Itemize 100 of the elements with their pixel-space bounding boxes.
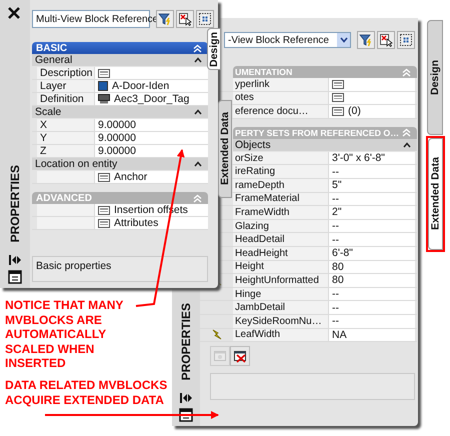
worksheet-icon [98, 68, 110, 78]
caret-down-icon [340, 37, 348, 43]
property-name: Description [40, 67, 93, 79]
property-value-cell[interactable]: -- [328, 233, 415, 246]
close-icon[interactable] [7, 6, 21, 20]
property-value-cell[interactable]: 9.00000 [94, 132, 208, 144]
property-value-cell[interactable]: 6'-8" [328, 246, 415, 260]
property-value: 5" [332, 179, 342, 192]
annotation-text: DATA RELATED MVBLOCKS ACQUIRE EXTENDED DATA [5, 378, 168, 407]
palette-tab[interactable]: Design [427, 20, 443, 135]
annotation-text: NOTICE THAT MANY MVBLOCKS ARE AUTOMATICALLY SCALED WHEN INSERTED [5, 298, 124, 370]
category-label: General [35, 54, 72, 66]
pickadd-button[interactable] [196, 10, 214, 28]
property-value-cell[interactable]: -- [328, 301, 415, 314]
property-value: 9.00000 [98, 145, 136, 157]
palette-tab[interactable]: Design [207, 28, 221, 70]
property-value-cell[interactable]: 80 [328, 274, 415, 287]
property-value-cell[interactable]: A-Door-Iden [94, 80, 208, 92]
category-label: Objects [235, 138, 271, 151]
worksheet-icon [332, 80, 344, 89]
category-label: Scale [35, 106, 62, 118]
property-value-cell[interactable]: NA [328, 328, 415, 342]
category-row[interactable]: Location on entity [32, 158, 208, 171]
category-row[interactable]: Scale [32, 106, 208, 119]
delete-icon [233, 349, 247, 364]
remove-property-set-button[interactable] [230, 346, 250, 366]
property-value-cell[interactable]: Anchor [94, 171, 208, 183]
property-name: Z [40, 145, 46, 157]
worksheet-icon [332, 106, 344, 116]
property-value-cell[interactable]: 9.00000 [94, 145, 208, 157]
quick-select-button[interactable] [357, 31, 375, 49]
category-row[interactable]: General [32, 54, 208, 67]
property-value-cell[interactable] [328, 78, 415, 91]
worksheet-icon [98, 218, 110, 228]
property-name: JambDetail [235, 302, 286, 314]
property-name: HeadDetail [235, 234, 284, 246]
property-value: Anchor [114, 171, 148, 183]
selection-box-icon [399, 33, 413, 47]
property-value-cell[interactable]: -- [328, 220, 415, 232]
caret-up-icon[interactable] [194, 57, 202, 63]
section-title: ADVANCED [36, 192, 92, 204]
property-value-cell[interactable]: Attributes [94, 217, 208, 229]
palette-tab[interactable]: Extended Data [218, 100, 232, 198]
property-value: Aec3_Door_Tag [114, 93, 190, 105]
filter-icon [359, 33, 373, 47]
section-header[interactable]: BASIC [32, 42, 208, 54]
palette-tab[interactable]: Extended Data [428, 138, 443, 250]
property-value: -- [332, 234, 339, 246]
dropdown-value: -View Block Reference [228, 34, 330, 46]
property-value-cell[interactable] [94, 67, 208, 79]
dropdown-button[interactable] [337, 33, 350, 47]
property-value-cell[interactable]: 5" [328, 178, 415, 192]
property-value: -- [332, 302, 339, 314]
property-name: Hinge [235, 288, 262, 300]
property-value-cell[interactable]: Aec3_Door_Tag [94, 93, 208, 105]
pickadd-button[interactable] [397, 31, 415, 49]
property-value: 2" [332, 206, 342, 218]
property-value-cell[interactable]: 80 [328, 260, 415, 274]
property-value-cell[interactable]: 3'-0" x 6'-8" [328, 152, 415, 164]
select-objects-button[interactable] [176, 10, 194, 28]
category-row[interactable]: Objects [233, 138, 417, 152]
category-label: Location on entity [35, 158, 118, 170]
description-text: Basic properties [36, 260, 112, 272]
property-value: 80 [332, 274, 344, 286]
select-objects-button[interactable] [377, 31, 395, 49]
caret-up-icon[interactable] [194, 161, 202, 167]
quick-select-button[interactable] [156, 10, 174, 28]
property-value-cell[interactable]: -- [328, 192, 415, 206]
property-value-cell[interactable]: -- [328, 288, 415, 300]
auto-hide-icon[interactable] [179, 392, 193, 404]
property-value-cell[interactable] [328, 92, 415, 104]
property-value-cell[interactable]: (0) [328, 105, 415, 118]
auto-hide-icon[interactable] [8, 254, 22, 266]
worksheet-icon [332, 93, 344, 102]
property-value: -- [332, 288, 339, 300]
property-name: Glazing [235, 220, 269, 232]
dropdown-value: Multi-View Block Reference [36, 14, 158, 24]
caret-up-icon[interactable] [194, 109, 202, 115]
section-title: PERTY SETS FROM REFERENCED O… [235, 128, 400, 138]
property-name: HeightUnformatted [235, 274, 319, 286]
property-name: HeadHeight [235, 248, 288, 259]
object-type-dropdown[interactable]: -View Block Reference [224, 32, 351, 48]
collapse-icon[interactable] [193, 44, 202, 52]
property-value: 6'-8" [332, 247, 353, 260]
monitor-icon [98, 94, 110, 104]
property-value-cell[interactable]: -- [328, 314, 415, 328]
section-title: BASIC [36, 42, 68, 54]
section-title: UMENTATION [235, 67, 292, 77]
property-name: eference docu… [235, 106, 308, 117]
worksheet-icon [98, 206, 110, 214]
menu-icon[interactable] [8, 270, 22, 284]
property-value-cell[interactable]: -- [328, 165, 415, 178]
property-value: 80 [332, 260, 344, 273]
property-value-cell[interactable]: 9.00000 [94, 119, 208, 131]
caret-up-icon[interactable] [403, 142, 411, 148]
property-name: Definition [40, 93, 84, 105]
property-value: -- [332, 166, 339, 178]
property-value: NA [332, 328, 347, 341]
property-value-cell[interactable]: 2" [328, 206, 415, 219]
selection-box-icon [198, 12, 212, 26]
